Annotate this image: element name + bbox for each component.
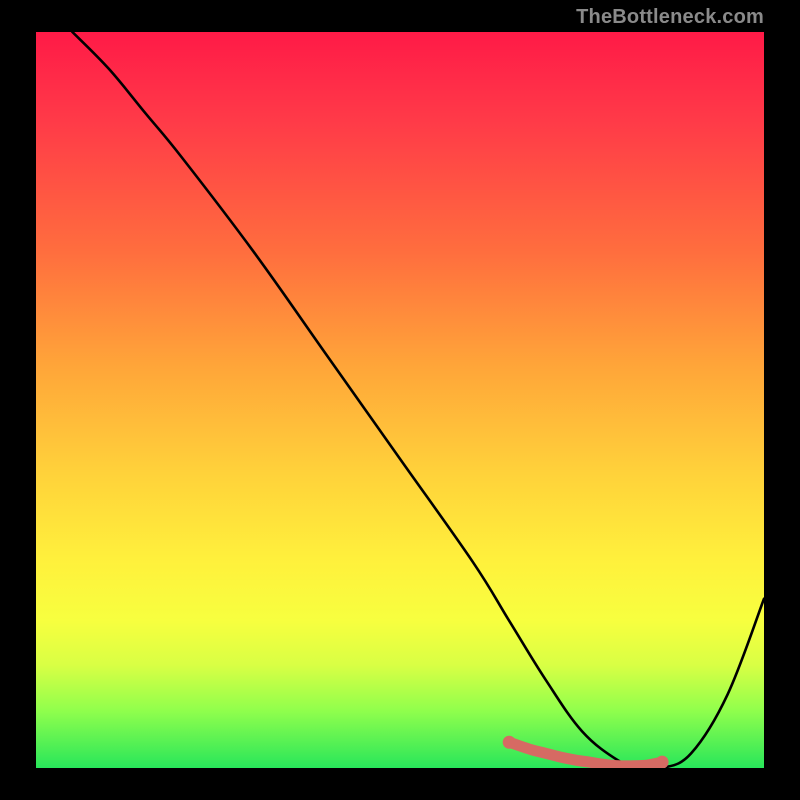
valley-end-dot: [656, 756, 669, 768]
chart-frame: TheBottleneck.com: [0, 0, 800, 800]
bottleneck-curve-path: [72, 32, 764, 768]
watermark-text: TheBottleneck.com: [576, 6, 764, 29]
curve-layer: [36, 32, 764, 768]
plot-area: [36, 32, 764, 768]
valley-marker-path: [509, 742, 662, 766]
valley-end-dot: [503, 736, 516, 749]
